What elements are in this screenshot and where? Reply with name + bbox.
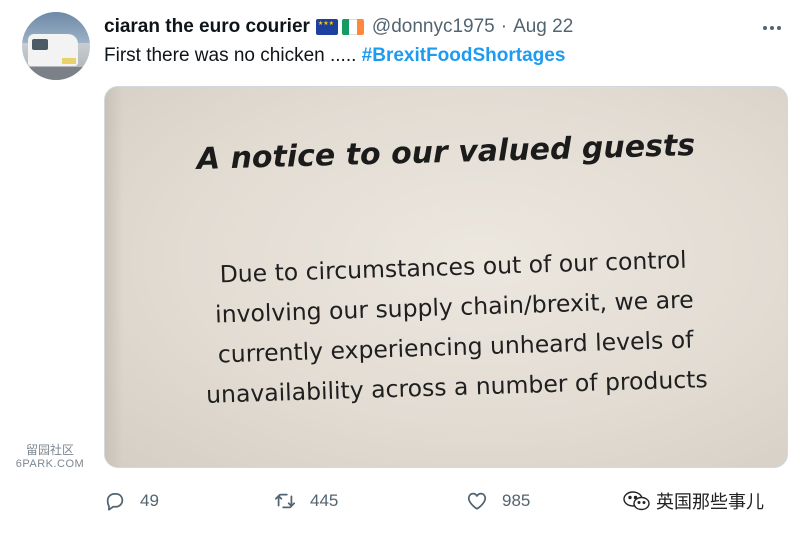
tweet-text: First there was no chicken ..... #Brexit… [104,45,565,67]
heart-icon [467,492,487,510]
retweet-icon [274,493,296,509]
watermark-cn: 留园社区 [25,443,74,457]
separator-dot: · [500,16,508,37]
road [22,67,90,80]
like-count: 985 [502,491,531,510]
reply-count: 49 [140,491,159,510]
watermark-text: 英国那些事儿 [656,492,764,512]
notice-title: A notice to our valued guests [196,128,696,177]
tweet-header: ciaran the euro courier @donnyc1975 · Au… [104,14,573,40]
like-button[interactable]: 985 [466,490,530,512]
notice-body: Due to circumstances out of our control … [173,238,738,416]
avatar[interactable] [22,12,90,80]
reply-button[interactable]: 49 [104,490,159,512]
retweet-count: 445 [310,491,339,510]
retweet-button[interactable]: 445 [274,490,338,512]
more-horizontal-icon[interactable] [760,16,784,40]
watermark-en: 6PARK.COM [15,458,85,470]
wechat-icon [623,491,650,511]
van-window [32,39,48,50]
eu-flag-icon [315,19,338,35]
hashtag-link[interactable]: #BrexitFoodShortages [362,45,566,66]
ireland-flag-icon [341,19,364,35]
author-handle[interactable]: @donnyc1975 [372,16,495,38]
watermark-wechat: 英国那些事儿 [622,488,764,514]
tweet-photo[interactable]: A notice to our valued guests Due to cir… [104,86,788,468]
watermark-6park: 留园社区 6PARK.COM [10,443,90,471]
tweet-date[interactable]: Aug 22 [513,16,573,38]
author-name[interactable]: ciaran the euro courier [104,16,310,38]
reply-icon [106,492,124,511]
van-plate [62,58,76,64]
tweet-body: First there was no chicken ..... [104,45,362,66]
